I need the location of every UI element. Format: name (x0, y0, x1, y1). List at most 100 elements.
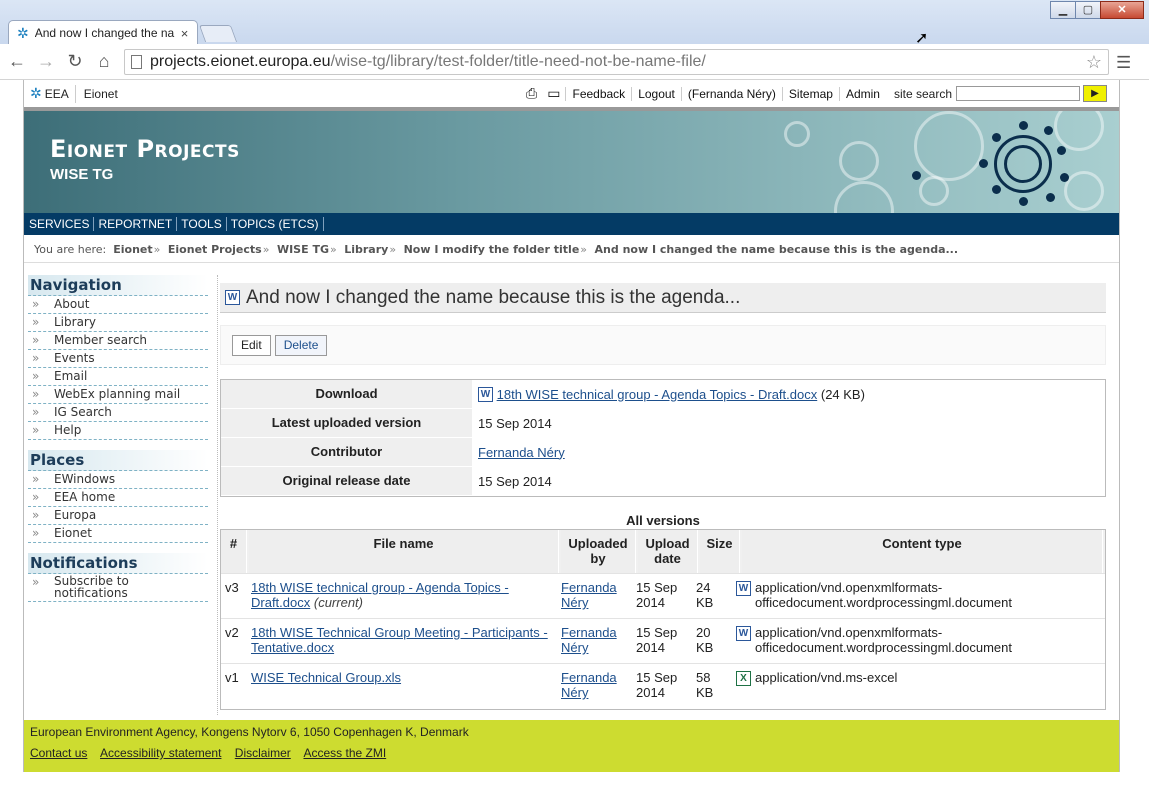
nav-label: Member search (54, 333, 148, 347)
nav-item-events[interactable]: » Events (28, 350, 208, 368)
user-name: (Fernanda Néry) (680, 86, 782, 101)
content-type-cell: W application/vnd.openxmlformats-officed… (732, 574, 1105, 618)
column-header: Uploaded by (561, 530, 636, 573)
breadcrumb-item[interactable]: WISE TG (277, 243, 329, 256)
column-header: File name (249, 530, 559, 573)
page-footer: European Environment Agency, Kongens Nyt… (24, 720, 1119, 772)
file-link[interactable]: 18th WISE Technical Group Meeting - Part… (251, 625, 548, 655)
admin-link[interactable]: Admin (838, 86, 886, 101)
url-host: projects.eionet.europa.eu (150, 53, 331, 70)
download-link[interactable]: 18th WISE technical group - Agenda Topic… (497, 387, 818, 402)
place-item-eea-home[interactable]: » EEA home (28, 489, 208, 507)
menu-tools[interactable]: TOOLS (177, 217, 227, 231)
place-item-ewindows[interactable]: » EWindows (28, 471, 208, 489)
nav-item-webex[interactable]: » WebEx planning mail (28, 386, 208, 404)
breadcrumb-item[interactable]: Eionet (113, 243, 152, 256)
close-window-button[interactable]: ✕ (1100, 1, 1144, 19)
page-title: And now I changed the name because this … (246, 286, 741, 308)
delete-button[interactable]: Delete (274, 335, 328, 356)
version-number: v1 (221, 664, 247, 709)
menu-services[interactable]: SERVICES (24, 217, 95, 231)
web-page: ✲ EEA Eionet ⎙ ▭ Feedback Logout (Fernan… (23, 80, 1120, 772)
new-tab-button[interactable] (198, 25, 238, 42)
browser-menu-icon[interactable]: ☰ (1116, 53, 1131, 73)
page-icon (131, 55, 142, 69)
table-row: v2 18th WISE Technical Group Meeting - P… (221, 619, 1105, 664)
breadcrumb-item[interactable]: Library (344, 243, 388, 256)
eea-label: EEA (44, 86, 69, 101)
place-item-europa[interactable]: » Europa (28, 507, 208, 525)
access-zmi-link[interactable]: Access the ZMI (303, 746, 386, 760)
bookmark-star-icon[interactable]: ☆ (1086, 52, 1102, 73)
nav-item-email[interactable]: » Email (28, 368, 208, 386)
accessibility-link[interactable]: Accessibility statement (100, 746, 221, 760)
tab-close-icon[interactable]: × (181, 26, 189, 41)
disclaimer-link[interactable]: Disclaimer (235, 746, 291, 760)
action-bar: Edit Delete (220, 325, 1106, 365)
latest-version-row: Latest uploaded version 15 Sep 2014 (221, 409, 1105, 438)
version-number: v3 (221, 574, 247, 618)
eionet-link[interactable]: Eionet (76, 87, 126, 101)
file-link[interactable]: WISE Technical Group.xls (251, 670, 401, 685)
home-icon[interactable]: ⌂ (93, 51, 115, 72)
logo-dot (979, 159, 988, 168)
edit-button[interactable]: Edit (232, 335, 271, 356)
sitemap-link[interactable]: Sitemap (781, 86, 839, 101)
place-item-eionet[interactable]: » Eionet (28, 525, 208, 543)
contact-us-link[interactable]: Contact us (30, 746, 87, 760)
main-content: W And now I changed the name because thi… (220, 283, 1106, 710)
print-icon[interactable]: ⎙ (521, 85, 542, 102)
tab-title: And now I changed the na (34, 26, 175, 40)
site-search-input[interactable] (956, 86, 1080, 101)
breadcrumb: You are here: Eionet» Eionet Projects» W… (24, 235, 1119, 263)
forward-arrow-icon[interactable]: → (35, 51, 57, 72)
breadcrumb-item[interactable]: Now I modify the folder title (404, 243, 580, 256)
notifications-portlet: Notifications » Subscribe to notification… (28, 553, 208, 602)
subscribe-notifications-link[interactable]: » Subscribe to notifications (28, 574, 208, 602)
table-header: # File name Uploaded by Upload date Size… (221, 530, 1105, 574)
file-link[interactable]: 18th WISE technical group - Agenda Topic… (251, 580, 509, 610)
place-label: Eionet (54, 526, 92, 540)
decor-circle (784, 121, 810, 147)
menu-reportnet[interactable]: REPORTNET (94, 217, 178, 231)
browser-tab[interactable]: ✲ And now I changed the na × (8, 20, 198, 45)
decor-circle (834, 181, 894, 213)
banner-title[interactable]: Eionet Projects (50, 135, 240, 163)
uploader-link[interactable]: Fernanda Néry (561, 670, 617, 700)
minimize-button[interactable]: ▁ (1050, 1, 1076, 19)
nav-item-help[interactable]: » Help (28, 422, 208, 440)
uploader-link[interactable]: Fernanda Néry (561, 625, 617, 655)
uploader-link[interactable]: Fernanda Néry (561, 580, 617, 610)
banner-subtitle[interactable]: WISE TG (50, 166, 113, 183)
scrollbar[interactable] (1120, 80, 1149, 795)
eionet-logo-ring (1004, 145, 1042, 183)
nav-item-member-search[interactable]: » Member search (28, 332, 208, 350)
release-date-label: Original release date (221, 467, 472, 495)
eea-link[interactable]: ✲ EEA (24, 84, 76, 103)
excel-icon: X (736, 671, 751, 686)
word-document-icon: W (736, 626, 751, 641)
file-name-cell: 18th WISE Technical Group Meeting - Part… (247, 619, 557, 663)
nav-item-ig-search[interactable]: » IG Search (28, 404, 208, 422)
release-date-value: 15 Sep 2014 (478, 473, 552, 489)
download-row: Download W 18th WISE technical group - A… (221, 380, 1105, 409)
page-bottom-area (0, 772, 1149, 795)
version-number: v2 (221, 619, 247, 663)
content-type-cell: W application/vnd.openxmlformats-officed… (732, 619, 1105, 663)
reload-icon[interactable]: ↻ (64, 51, 86, 72)
address-bar[interactable]: projects.eionet.europa.eu/wise-tg/librar… (124, 49, 1109, 75)
menu-topics[interactable]: TOPICS (ETCS) (227, 217, 324, 231)
maximize-button[interactable]: ▢ (1075, 1, 1101, 19)
decor-circle (1064, 171, 1104, 211)
back-arrow-icon[interactable]: ← (6, 51, 28, 72)
contributor-link[interactable]: Fernanda Néry (478, 445, 565, 460)
search-go-button[interactable]: ▶ (1083, 85, 1107, 102)
logout-link[interactable]: Logout (631, 86, 681, 101)
feedback-link[interactable]: Feedback (565, 86, 631, 101)
nav-item-library[interactable]: » Library (28, 314, 208, 332)
download-size: (24 KB) (820, 386, 865, 402)
nav-item-about[interactable]: » About (28, 296, 208, 314)
fullscreen-icon[interactable]: ▭ (542, 85, 565, 102)
breadcrumb-item[interactable]: Eionet Projects (168, 243, 262, 256)
places-portlet: Places » EWindows » EEA home » Europa » Eion… (28, 450, 208, 543)
